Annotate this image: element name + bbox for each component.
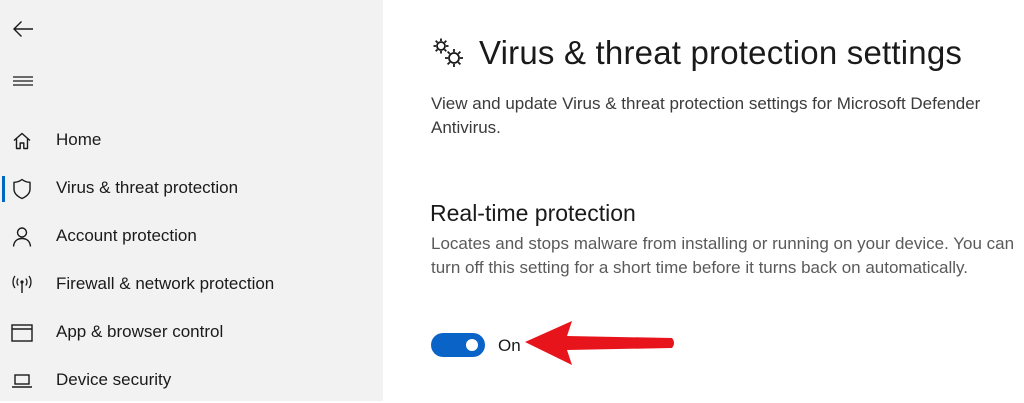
sidebar-item-label: Virus & threat protection <box>56 178 239 197</box>
section-title-real-time-protection: Real-time protection <box>430 200 636 226</box>
red-pointer-arrow-icon <box>525 321 674 365</box>
real-time-protection-toggle[interactable] <box>431 333 485 357</box>
sidebar-item-label: App & browser control <box>56 322 224 341</box>
shield-icon <box>10 177 34 201</box>
back-arrow-icon <box>13 21 33 37</box>
sidebar-item-label: Device security <box>56 370 172 389</box>
page-title: Virus & threat protection settings <box>479 34 963 71</box>
hamburger-menu-button[interactable] <box>8 66 38 96</box>
sidebar-item-label: Home <box>56 130 102 149</box>
sidebar-item-label: Account protection <box>56 226 197 245</box>
sidebar-item-label: Firewall & network protection <box>56 274 275 293</box>
sidebar-item-virus-threat-protection[interactable]: Virus & threat protection <box>0 167 383 211</box>
laptop-icon <box>10 369 34 393</box>
back-button[interactable] <box>8 14 38 44</box>
sidebar: Home Virus & threat protection Account p… <box>0 0 383 401</box>
section-description: Locates and stops malware from installin… <box>431 234 1015 277</box>
page-description: View and update Virus & threat protectio… <box>431 94 981 137</box>
sidebar-item-firewall-network-protection[interactable]: Firewall & network protection <box>0 263 383 307</box>
toggle-state-label: On <box>498 336 521 355</box>
sidebar-item-home[interactable]: Home <box>0 119 383 163</box>
gears-icon <box>433 38 463 67</box>
home-icon <box>10 129 34 153</box>
wireless-antenna-icon <box>10 273 34 297</box>
hamburger-menu-icon <box>13 76 33 86</box>
sidebar-item-account-protection[interactable]: Account protection <box>0 215 383 259</box>
selected-indicator <box>2 176 5 202</box>
sidebar-item-app-browser-control[interactable]: App & browser control <box>0 311 383 355</box>
sidebar-item-device-security[interactable]: Device security <box>0 359 383 403</box>
browser-window-icon <box>10 321 34 345</box>
person-icon <box>10 225 34 249</box>
toggle-knob <box>466 339 478 351</box>
